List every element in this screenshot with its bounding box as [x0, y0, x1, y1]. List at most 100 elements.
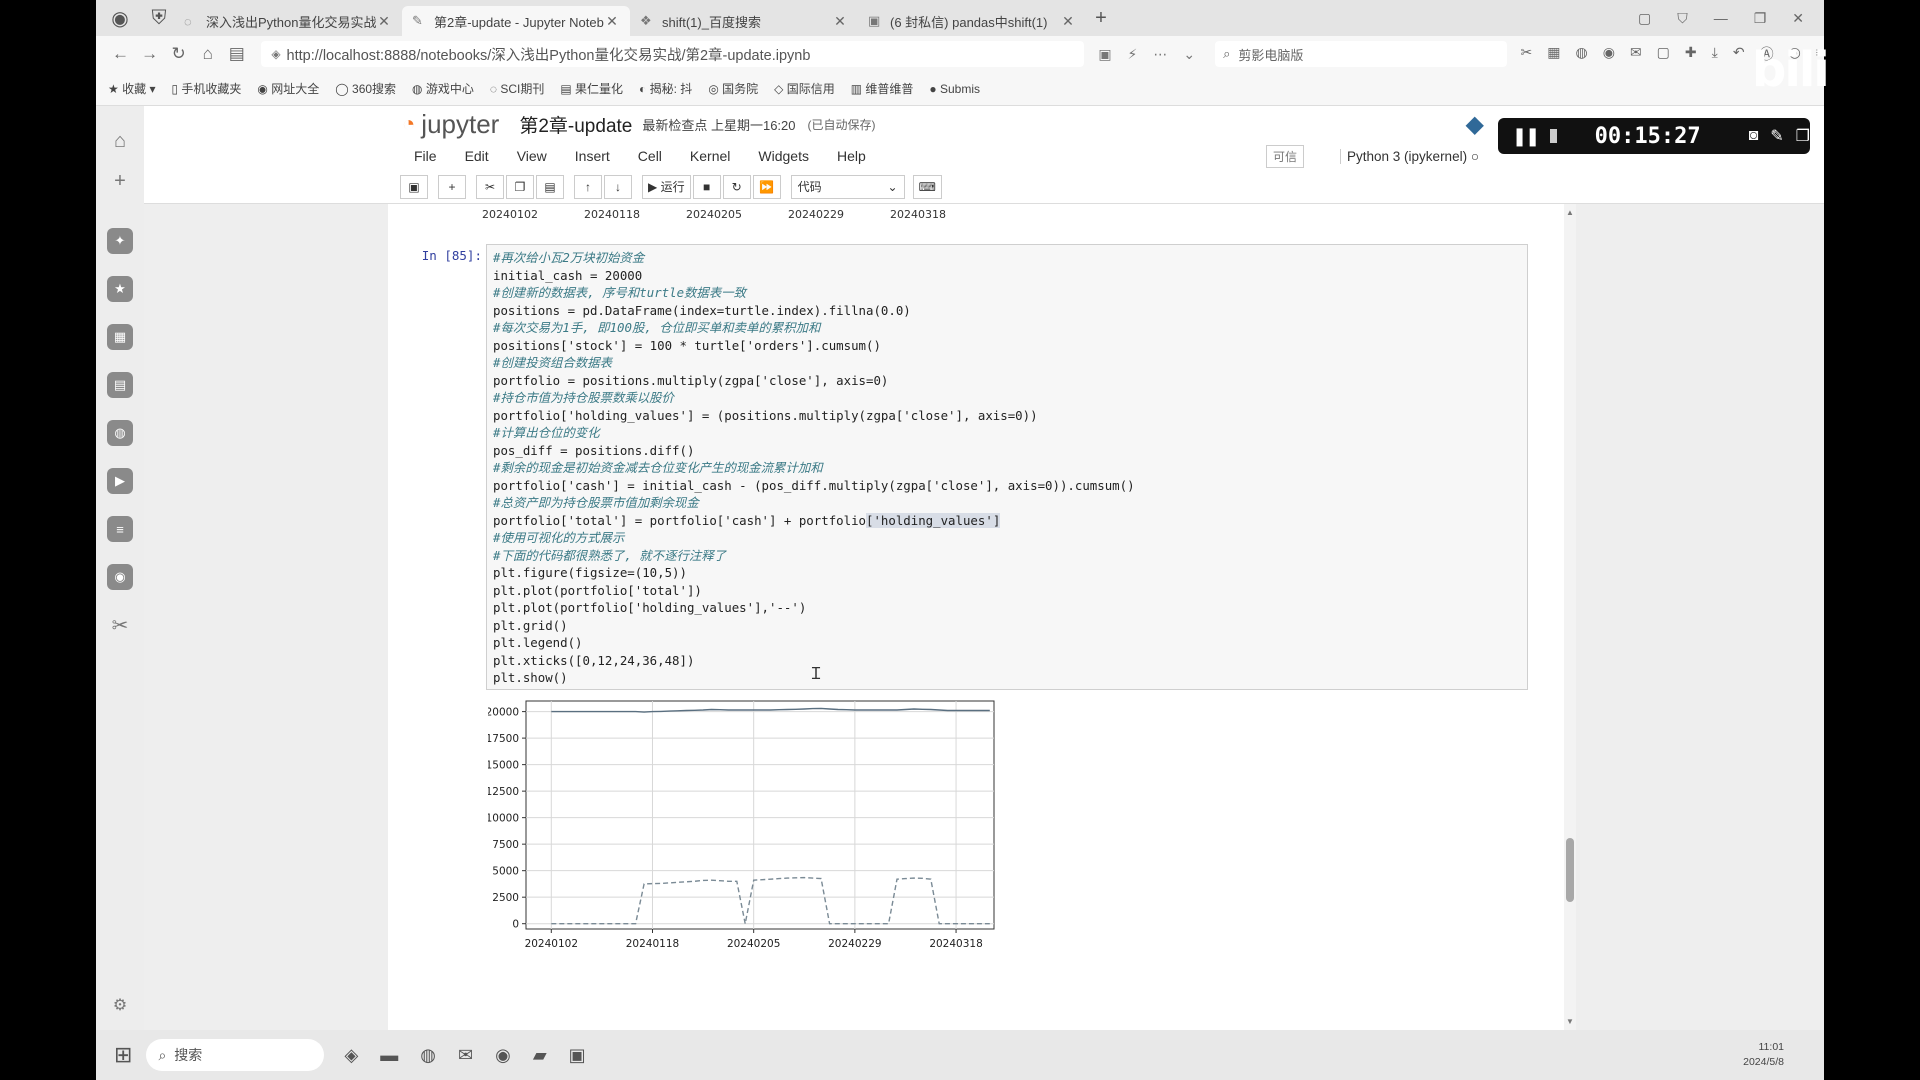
tab-quant-book[interactable]: ◌ 深入浅出Python量化交易实战 ✕ — [174, 6, 402, 36]
bookmark-item[interactable]: ◐ 揭秘: 抖 — [639, 80, 692, 97]
save-button[interactable]: ▣ — [400, 174, 428, 199]
tab-zhihu[interactable]: ▣ (6 封私信) pandas中shift(1) ✕ — [858, 6, 1086, 36]
window-icon[interactable]: ❐ — [1796, 126, 1810, 146]
pause-icon[interactable]: ❚❚ — [1512, 126, 1540, 147]
windows-start-icon[interactable]: ⊞ — [114, 1042, 132, 1068]
bookmark-item[interactable]: ★ 收藏 ▾ — [108, 80, 155, 97]
system-clock[interactable]: 11:01 2024/5/8 — [1743, 1040, 1784, 1070]
stop-icon[interactable] — [1550, 129, 1557, 143]
screenshot-icon[interactable]: ▣ — [1098, 46, 1111, 63]
eye-icon[interactable]: ◉ — [1603, 44, 1615, 64]
restart-run-all-button[interactable]: ⏩ — [752, 174, 781, 199]
run-button[interactable]: ▶ 运行 — [642, 174, 691, 199]
download-icon[interactable]: ⤓ — [1712, 44, 1718, 64]
cell-type-select[interactable]: 代码 ⌄ — [790, 174, 905, 199]
menu-view[interactable]: View — [517, 148, 547, 164]
mail-icon[interactable]: ✉ — [458, 1045, 473, 1066]
browser-logo-icon[interactable]: ◉ — [96, 0, 144, 36]
tab-baidu-search[interactable]: ❖ shift(1)_百度搜索 ✕ — [630, 6, 858, 36]
camera-icon[interactable]: ◙ — [1749, 127, 1759, 145]
search-box[interactable]: ⌕ 剪影电脑版 — [1215, 41, 1507, 67]
widget-icon[interactable]: ◈ — [344, 1045, 358, 1066]
pen-icon[interactable]: ✎ — [1770, 126, 1783, 146]
bookmark-item[interactable]: ◌ SCI期刊 — [490, 80, 544, 97]
game-icon[interactable]: ◍ — [1576, 44, 1588, 64]
interrupt-button[interactable]: ■ — [692, 174, 721, 199]
menu-kernel[interactable]: Kernel — [690, 148, 730, 164]
menu-cell[interactable]: Cell — [638, 148, 662, 164]
paste-button[interactable]: ▤ — [536, 174, 564, 199]
translate-icon[interactable]: ▦ — [1547, 44, 1560, 64]
chat-icon[interactable]: ◉ — [107, 564, 133, 590]
menu-help[interactable]: Help — [837, 148, 866, 164]
mail-icon[interactable]: ✉ — [1630, 44, 1642, 64]
add-icon[interactable]: + — [107, 168, 133, 194]
bookmark-item[interactable]: ◇ 国际信用 — [774, 80, 835, 97]
folder-icon[interactable]: ▰ — [533, 1045, 547, 1066]
document-icon[interactable]: ▤ — [107, 372, 133, 398]
tab-list-icon[interactable]: ▢ — [1638, 10, 1651, 27]
close-icon[interactable]: ✕ — [376, 13, 392, 30]
bookmark-item[interactable]: ▥ 维普维普 — [851, 80, 914, 97]
image-icon[interactable]: ▦ — [107, 324, 133, 350]
scissors-icon[interactable]: ✂ — [107, 612, 133, 638]
terminal-icon[interactable]: ▬ — [380, 1045, 398, 1066]
window-icon[interactable]: ▢ — [1657, 44, 1670, 64]
extension-icon[interactable]: ▤ — [222, 44, 251, 64]
back-icon[interactable]: ← — [106, 44, 135, 64]
restore-icon[interactable]: ❐ — [1754, 10, 1767, 27]
close-icon[interactable]: ✕ — [832, 13, 848, 30]
menu-file[interactable]: File — [414, 148, 437, 164]
copy-button[interactable]: ❐ — [506, 174, 534, 199]
minimize-icon[interactable]: — — [1714, 10, 1728, 27]
shield-icon[interactable]: ⛨ — [144, 0, 174, 36]
scissors-icon[interactable]: ✂ — [1521, 44, 1533, 64]
puzzle-icon[interactable]: ✚ — [1685, 44, 1697, 64]
browser-icon[interactable]: ◉ — [495, 1045, 511, 1066]
restart-button[interactable]: ↻ — [722, 174, 751, 199]
move-down-button[interactable]: ↓ — [604, 174, 632, 199]
bookmark-item[interactable]: ◯ 360搜索 — [335, 80, 396, 97]
taskbar-search[interactable]: ⌕ 搜索 — [146, 1039, 325, 1071]
close-icon[interactable]: ✕ — [1060, 13, 1076, 30]
undo-icon[interactable]: ↶ — [1733, 44, 1745, 64]
scroll-up-icon[interactable]: ▲ — [1566, 208, 1574, 217]
trusted-badge[interactable]: 可信 — [1266, 144, 1305, 168]
close-icon[interactable]: ✕ — [604, 13, 620, 30]
menu-edit[interactable]: Edit — [465, 148, 489, 164]
code-cell-editor[interactable]: #再次给小瓦2万块初始资金 initial_cash = 20000 #创建新的数据… — [486, 244, 1528, 690]
bookmark-item[interactable]: ▤ 果仁量化 — [560, 80, 623, 97]
bookmark-item[interactable]: ● Submis — [929, 82, 980, 96]
lightning-icon[interactable]: ⚡ — [1128, 46, 1138, 63]
notes-icon[interactable]: ≡ — [107, 516, 133, 542]
command-palette-button[interactable]: ⌨ — [912, 174, 942, 199]
scroll-down-icon[interactable]: ▼ — [1566, 1017, 1574, 1026]
move-up-button[interactable]: ↑ — [574, 174, 602, 199]
new-tab-button[interactable]: + — [1086, 7, 1116, 30]
bookmark-item[interactable]: ◎ 国务院 — [708, 80, 758, 97]
plugin-icon[interactable]: ✦ — [107, 228, 133, 254]
address-bar[interactable]: ◈ http://localhost:8888/notebooks/深入浅出Py… — [261, 41, 1085, 67]
bookmark-item[interactable]: ◉ 网址大全 — [257, 80, 319, 97]
star-icon[interactable]: ★ — [107, 276, 133, 302]
home-icon[interactable]: ⌂ — [193, 44, 222, 64]
page-scrollbar[interactable]: ▲ ▼ — [1564, 204, 1576, 1030]
reload-icon[interactable]: ↻ — [164, 44, 193, 64]
close-window-icon[interactable]: ✕ — [1792, 10, 1804, 27]
notebook-name[interactable]: 第2章-update — [519, 111, 632, 138]
chevron-down-icon[interactable]: ⌄ — [1183, 46, 1195, 63]
more-icon[interactable]: ⋯ — [1153, 46, 1167, 63]
console-icon[interactable]: ▣ — [569, 1045, 586, 1066]
gear-icon[interactable]: ⚙ — [107, 992, 133, 1018]
forward-icon[interactable]: → — [135, 44, 164, 64]
menu-insert[interactable]: Insert — [575, 148, 610, 164]
video-icon[interactable]: ▶ — [107, 468, 133, 494]
menu-widgets[interactable]: Widgets — [758, 148, 809, 164]
bookmark-item[interactable]: ◍ 游戏中心 — [412, 80, 474, 97]
jupyter-logo[interactable]: ◔ jupyter — [402, 109, 499, 140]
cut-button[interactable]: ✂ — [476, 174, 504, 199]
home-icon[interactable]: ⌂ — [107, 128, 133, 154]
bookmark-item[interactable]: ▯ 手机收藏夹 — [171, 80, 241, 97]
skin-icon[interactable]: ⛉ — [1677, 10, 1688, 27]
insert-cell-button[interactable]: + — [438, 174, 466, 199]
